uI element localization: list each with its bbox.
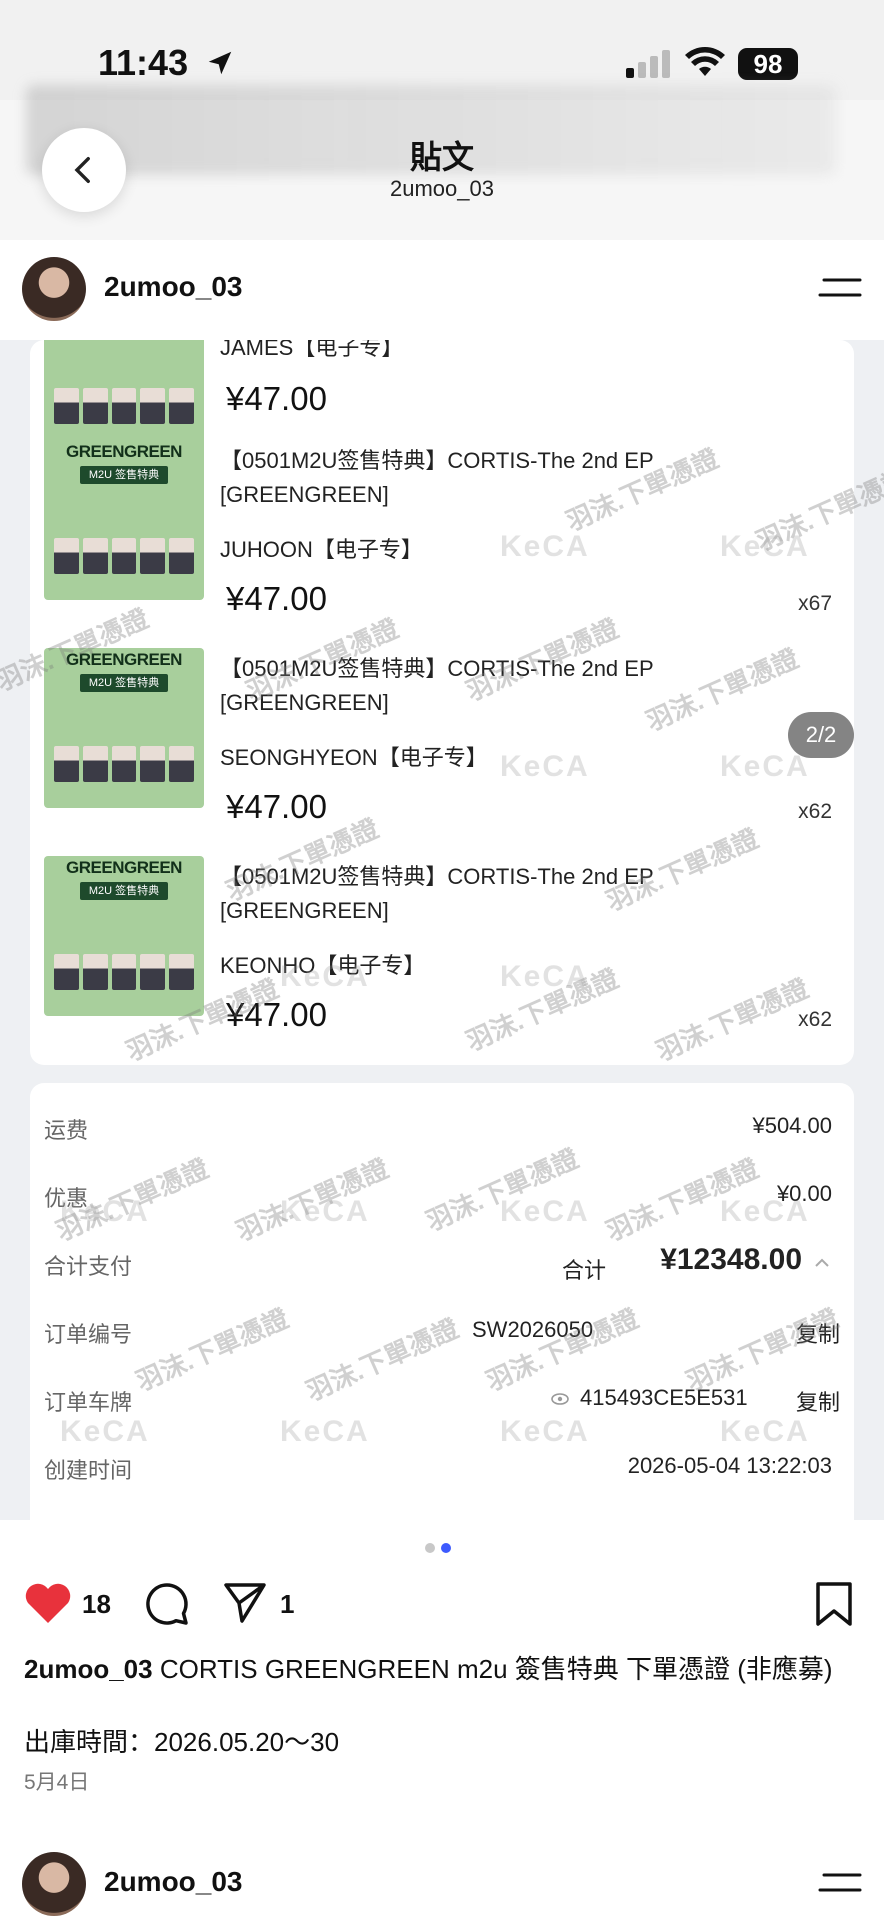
next-post-author-row: 2umoo_03 [0, 1840, 884, 1920]
thumbnail-title: GREENGREEN [66, 650, 182, 669]
discount-value: ¥0.00 [776, 1181, 832, 1206]
bookmark-icon[interactable] [814, 1581, 854, 1627]
post-author-row: 2umoo_03 [0, 245, 884, 340]
more-options-icon[interactable] [818, 275, 862, 301]
item-quantity: x62 [798, 1008, 832, 1031]
cellular-signal-icon [626, 50, 670, 78]
order-plate-value: 415493CE5E531 [580, 1385, 748, 1410]
created-time-value: 2026-05-04 13:22:03 [627, 1453, 832, 1478]
shipping-value: ¥504.00 [752, 1113, 832, 1138]
post-actions: 18 1 [0, 1575, 884, 1635]
thumbnail-title: GREENGREEN [66, 858, 182, 877]
total-label: 合计支付 [44, 1254, 133, 1279]
copy-order-plate-button[interactable]: 复制 [796, 1385, 840, 1417]
thumbnail-tag: M2U 签售特典 [80, 466, 168, 484]
thumbnail-photos [54, 538, 194, 574]
page-title: 貼文 [409, 139, 474, 175]
item-quantity: x67 [798, 592, 832, 615]
order-number-label: 订单编号 [44, 1322, 133, 1347]
author-username[interactable]: 2umoo_03 [104, 1866, 243, 1898]
eye-icon[interactable] [550, 1389, 570, 1409]
total-value: ¥12348.00 [660, 1243, 802, 1276]
thumbnail-photos [54, 954, 194, 990]
created-time-label: 创建时间 [44, 1458, 133, 1483]
item-price: ¥47.00 [226, 580, 327, 617]
discount-label: 优惠 [44, 1186, 89, 1211]
author-username[interactable]: 2umoo_03 [104, 271, 243, 303]
order-items-card: JAMES【电子专】 ¥47.00 GREENGREEN M2U 签售特典 【0… [30, 340, 854, 1065]
thumbnail-photos [54, 746, 194, 782]
product-thumbnail: GREENGREEN M2U 签售特典 [44, 648, 204, 808]
order-item: GREENGREEN M2U 签售特典 【0501M2U签售特典】CORTIS-… [30, 856, 854, 1056]
chevron-up-icon[interactable] [812, 1253, 832, 1273]
product-thumbnail: GREENGREEN M2U 签售特典 [44, 440, 204, 600]
avatar[interactable] [22, 1852, 86, 1916]
location-arrow-icon [208, 51, 232, 75]
comment-icon[interactable] [144, 1581, 190, 1627]
item-variant: KEONHO【电子专】 [220, 953, 426, 978]
item-price: ¥47.00 [226, 788, 327, 825]
battery-indicator: 98 [738, 48, 798, 80]
order-summary-card: 运费 ¥504.00 优惠 ¥0.00 合计支付 合计 ¥12348.00 订单… [30, 1083, 854, 1520]
caption-text: CORTIS GREENGREEN m2u 簽售特典 下單憑證 (非應募) [159, 1654, 833, 1684]
heart-icon[interactable] [24, 1581, 72, 1625]
share-icon[interactable] [222, 1581, 268, 1625]
post-caption: 2umoo_03 CORTIS GREENGREEN m2u 簽售特典 下單憑證… [24, 1652, 860, 1686]
item-price: ¥47.00 [226, 380, 327, 417]
thumbnail-tag: M2U 签售特典 [80, 882, 168, 900]
order-item: GREENGREEN M2U 签售特典 【0501M2U签售特典】CORTIS-… [30, 648, 854, 848]
item-title: 【0501M2U签售特典】CORTIS-The 2nd EP [GREENGRE… [220, 448, 654, 507]
post-image-carousel[interactable]: JAMES【电子专】 ¥47.00 GREENGREEN M2U 签售特典 【0… [0, 340, 884, 1520]
caption-username[interactable]: 2umoo_03 [24, 1654, 153, 1684]
status-time: 11:43 [98, 42, 189, 83]
total-prefix: 合计 [561, 1258, 606, 1283]
thumbnail-photos [54, 388, 194, 424]
product-thumbnail: GREENGREEN M2U 签售特典 [44, 856, 204, 1016]
order-number-value: SW2026050 [472, 1317, 594, 1342]
carousel-dot-active[interactable] [441, 1543, 451, 1553]
shipping-label: 运费 [44, 1118, 89, 1143]
caption-line-2: 出庫時間：2026.05.20～30 [24, 1727, 340, 1757]
order-plate-label: 订单车牌 [44, 1390, 133, 1415]
thumbnail-title: GREENGREEN [66, 442, 182, 461]
avatar[interactable] [22, 257, 86, 321]
thumbnail-tag: M2U 签售特典 [80, 674, 168, 692]
item-title: 【0501M2U签售特典】CORTIS-The 2nd EP [GREENGRE… [220, 656, 654, 715]
item-variant: JUHOON【电子专】 [220, 537, 423, 562]
share-count[interactable]: 1 [280, 1589, 294, 1620]
post-date: 5月4日 [24, 1771, 90, 1794]
item-variant: SEONGHYEON【电子专】 [220, 745, 488, 770]
wifi-icon [685, 47, 725, 76]
item-variant: JAMES【电子专】 [220, 340, 404, 360]
item-quantity: x62 [798, 800, 832, 823]
page-subtitle[interactable]: 2umoo_03 [0, 176, 884, 202]
carousel-dot[interactable] [425, 1543, 435, 1553]
image-page-indicator: 2/2 [788, 712, 854, 758]
like-count[interactable]: 18 [82, 1589, 111, 1620]
product-thumbnail [44, 340, 204, 450]
more-options-icon[interactable] [818, 1870, 862, 1896]
copy-order-number-button[interactable]: 复制 [796, 1317, 840, 1349]
item-title: 【0501M2U签售特典】CORTIS-The 2nd EP [GREENGRE… [220, 864, 654, 923]
order-item: GREENGREEN M2U 签售特典 【0501M2U签售特典】CORTIS-… [30, 440, 854, 640]
item-price: ¥47.00 [226, 996, 327, 1033]
carousel-dots [425, 1543, 451, 1553]
